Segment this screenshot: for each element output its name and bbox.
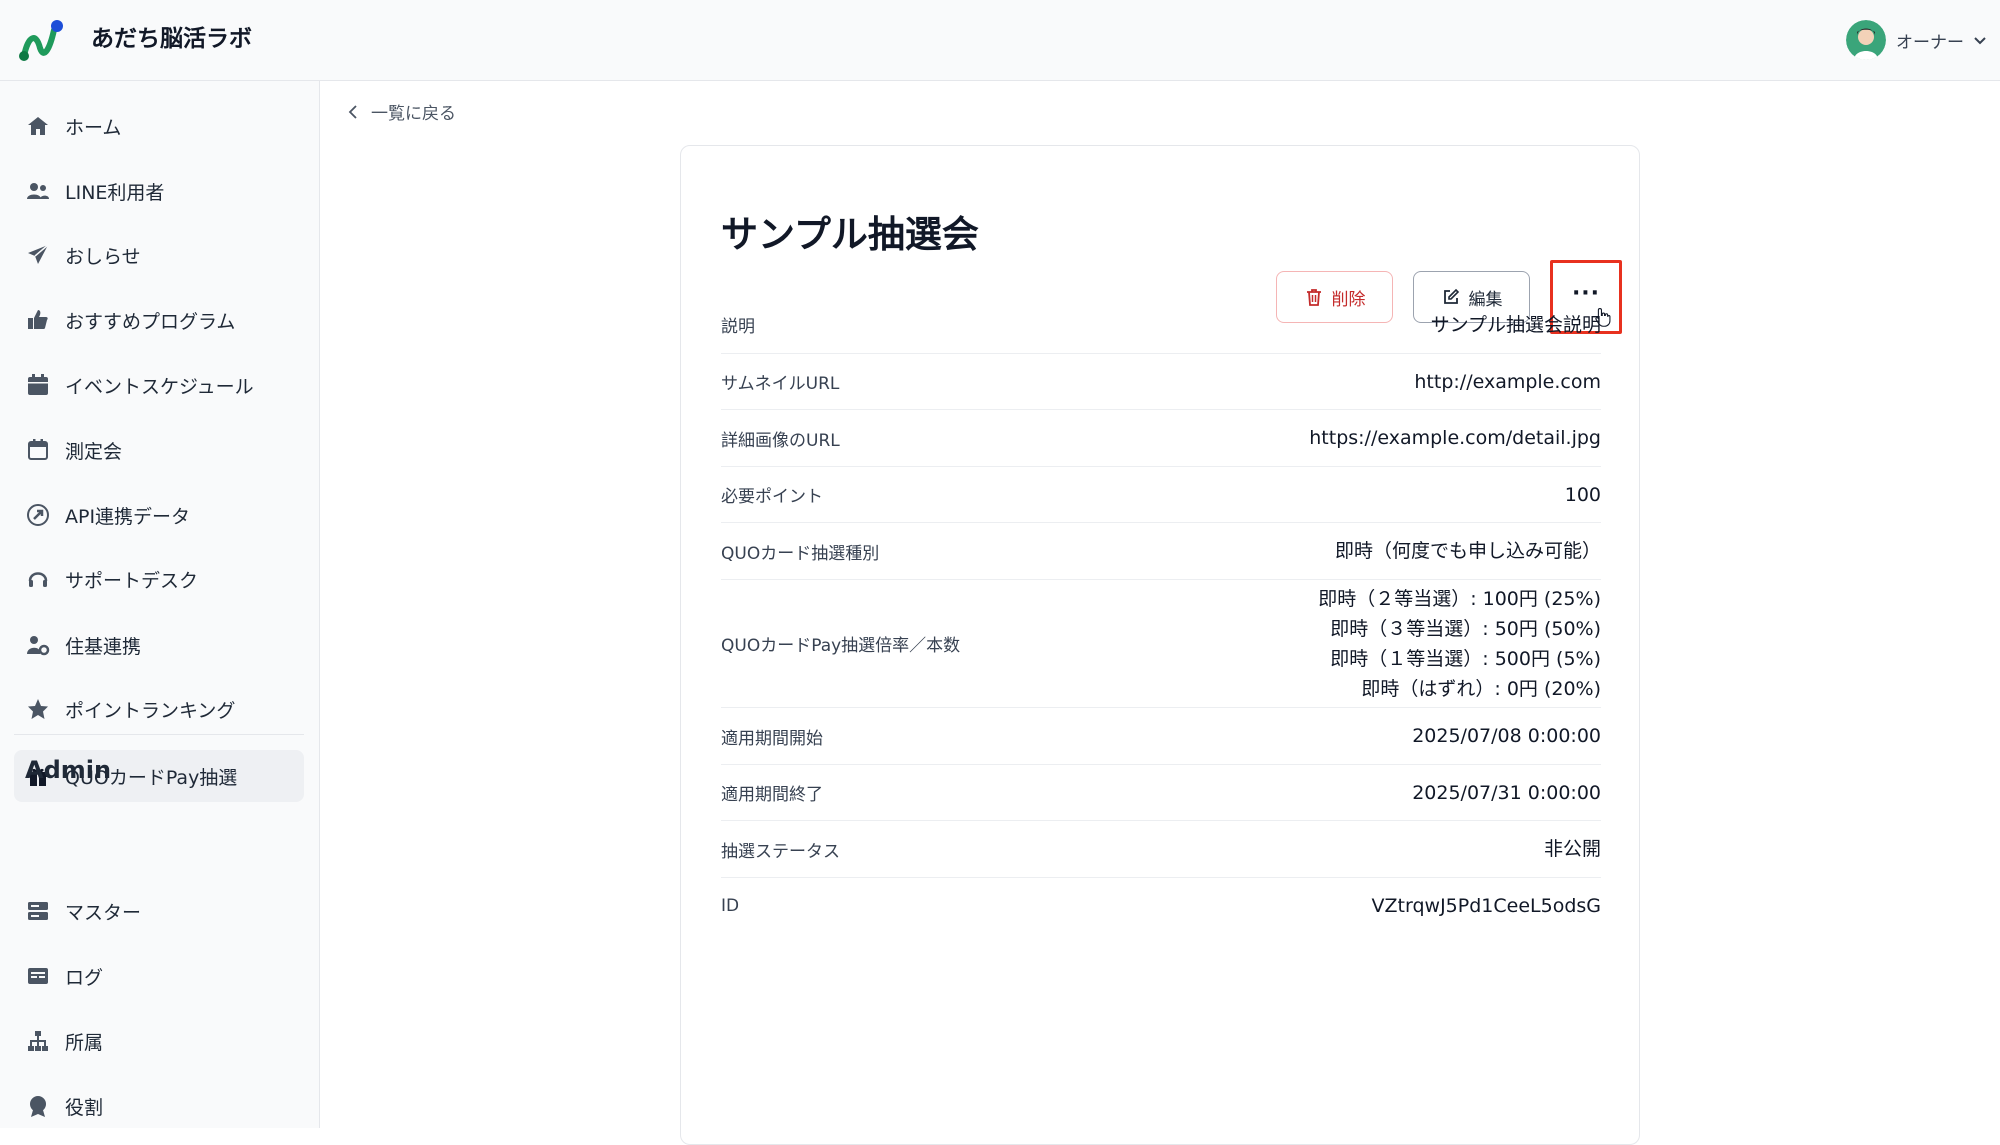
detail-row-detail-image-url: 詳細画像のURL https://example.com/detail.jpg [721, 410, 1601, 467]
calendar-blank-icon [25, 437, 51, 463]
sidebar-item-label: おしらせ [65, 245, 141, 268]
sidebar-item-label: LINE利用者 [65, 181, 165, 204]
paper-plane-icon [25, 242, 51, 268]
sidebar-item-home[interactable]: ホーム [14, 100, 304, 152]
detail-card: サンプル抽選会 削除 編集 ··· 説明 サンプル抽選会説明 サムネイルURL … [680, 145, 1640, 1145]
odds-line: 即時（３等当選）: 50円 (50%) [1330, 617, 1601, 640]
detail-row-period-start: 適用期間開始 2025/07/08 0:00:00 [721, 708, 1601, 765]
row-label: 適用期間終了 [721, 785, 823, 805]
star-icon [25, 696, 51, 722]
sidebar-item-label: サポートデスク [65, 569, 199, 592]
detail-row-status: 抽選ステータス 非公開 [721, 821, 1601, 878]
chevron-down-icon [1974, 37, 1986, 45]
avatar [1846, 20, 1886, 60]
row-value-list: 即時（２等当選）: 100円 (25%) 即時（３等当選）: 50円 (50%)… [1318, 584, 1601, 704]
top-bar: あだち脳活ラボ オーナー [0, 0, 2000, 81]
sidebar-item-label: 測定会 [65, 440, 123, 463]
user-gear-icon [25, 632, 51, 658]
row-value: 2025/07/31 0:00:00 [1412, 781, 1601, 804]
sidebar-item-label: 住基連携 [65, 635, 142, 658]
detail-row-description: 説明 サンプル抽選会説明 [721, 296, 1601, 354]
log-icon [25, 963, 51, 989]
sidebar-item-role[interactable]: 役割 [14, 1080, 304, 1132]
api-icon [25, 502, 51, 528]
sidebar-item-log[interactable]: ログ [14, 950, 304, 1002]
sidebar-item-line-users[interactable]: LINE利用者 [14, 165, 304, 217]
detail-row-thumbnail-url: サムネイルURL http://example.com [721, 354, 1601, 410]
row-value: VZtrqwJ5Pd1CeeL5odsG [1371, 895, 1601, 917]
row-label: 必要ポイント [721, 487, 823, 507]
odds-line: 即時（はずれ）: 0円 (20%) [1361, 677, 1601, 700]
app-title: あだち脳活ラボ [91, 26, 252, 52]
sidebar-item-label: API連携データ [65, 505, 191, 528]
server-icon [25, 898, 51, 924]
sidebar-item-event-schedule[interactable]: イベントスケジュール [14, 359, 304, 411]
user-menu[interactable]: オーナー [1846, 18, 1988, 62]
row-label: 説明 [721, 317, 755, 337]
back-to-list-link[interactable]: 一覧に戻る [345, 99, 456, 124]
org-chart-icon [25, 1028, 51, 1054]
detail-row-required-points: 必要ポイント 100 [721, 467, 1601, 523]
sidebar-item-label: おすすめプログラム [65, 310, 236, 333]
sidebar-item-label: ポイントランキング [65, 699, 236, 722]
detail-row-lottery-type: QUOカード抽選種別 即時（何度でも申し込み可能） [721, 523, 1601, 580]
row-value: サンプル抽選会説明 [1430, 313, 1601, 336]
row-value: 100 [1564, 483, 1601, 506]
row-value: 非公開 [1543, 838, 1601, 860]
row-label: サムネイルURL [721, 374, 840, 394]
odds-line: 即時（１等当選）: 500円 (5%) [1330, 647, 1601, 670]
users-icon [25, 178, 51, 204]
row-label: 詳細画像のURL [721, 430, 840, 451]
sidebar-item-label: ログ [65, 966, 104, 989]
headset-icon [25, 566, 51, 592]
admin-section-title: Admin [25, 756, 112, 784]
sidebar-item-juki[interactable]: 住基連携 [14, 619, 304, 671]
detail-row-lottery-odds: QUOカードPay抽選倍率／本数 即時（２等当選）: 100円 (25%) 即時… [721, 580, 1601, 708]
user-name: オーナー [1896, 32, 1964, 53]
row-label: QUOカードPay抽選倍率／本数 [721, 636, 961, 656]
sidebar-item-affiliation[interactable]: 所属 [14, 1015, 304, 1067]
sidebar-item-master[interactable]: マスター [14, 885, 304, 937]
row-label: 抽選ステータス [721, 841, 840, 862]
sidebar-item-label: 所属 [65, 1031, 104, 1054]
sidebar-item-point-ranking[interactable]: ポイントランキング [14, 683, 304, 735]
sidebar-item-measurement[interactable]: 測定会 [14, 424, 304, 476]
sidebar-item-label: ホーム [65, 116, 122, 139]
sidebar-item-recommended[interactable]: おすすめプログラム [14, 294, 304, 346]
badge-icon [25, 1093, 51, 1119]
row-label: QUOカード抽選種別 [721, 543, 880, 564]
chevron-left-icon [348, 104, 357, 119]
thumbs-up-icon [25, 307, 51, 333]
sidebar-item-support-desk[interactable]: サポートデスク [14, 553, 304, 605]
detail-row-id: ID VZtrqwJ5Pd1CeeL5odsG [721, 878, 1601, 934]
sidebar-item-label: イベントスケジュール [65, 375, 254, 398]
odds-line: 即時（２等当選）: 100円 (25%) [1318, 587, 1601, 610]
row-value: 即時（何度でも申し込み可能） [1334, 540, 1601, 562]
detail-row-period-end: 適用期間終了 2025/07/31 0:00:00 [721, 765, 1601, 821]
page-title: サンプル抽選会 [721, 213, 979, 256]
sidebar-item-api-data[interactable]: API連携データ [14, 489, 304, 541]
row-value: https://example.com/detail.jpg [1309, 427, 1601, 449]
row-label: 適用期間開始 [721, 728, 823, 749]
row-value: 2025/07/08 0:00:00 [1412, 725, 1601, 747]
calendar-icon [25, 372, 51, 398]
app-logo-icon[interactable] [18, 18, 64, 64]
row-value: http://example.com [1414, 370, 1601, 393]
sidebar-item-label: マスター [65, 901, 142, 924]
sidebar-item-label: 役割 [65, 1096, 104, 1119]
back-link-label: 一覧に戻る [371, 104, 456, 124]
sidebar-item-notices[interactable]: おしらせ [14, 229, 304, 281]
row-label: ID [721, 896, 740, 916]
sidebar-divider [14, 734, 304, 735]
home-icon [25, 113, 51, 139]
